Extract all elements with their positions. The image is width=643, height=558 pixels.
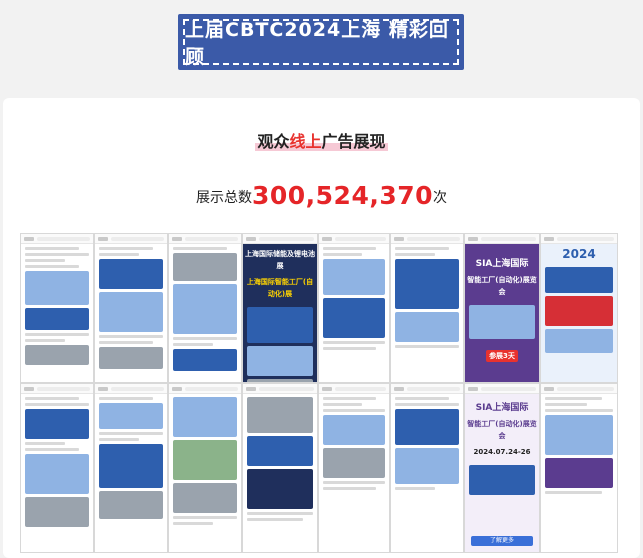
ad-screenshot-collage: 上海国际储能及锂电池展 上海国际智能工厂(自动化)展 SIA上海国际 智能工厂(… [20,233,618,553]
header-banner: 上届CBTC2024上海 精彩回顾 [178,14,464,70]
screenshot-2 [94,233,168,383]
screenshot-4: 上海国际储能及锂电池展 上海国际智能工厂(自动化)展 [242,233,318,383]
poster-text-2: 上海国际智能工厂(自动化)展 [246,278,314,298]
learn-more-button[interactable]: 了解更多 [471,536,533,546]
section-title-red: 线上 [289,132,322,151]
poster-sia-4: 智能工厂(自动化)展览会 [467,420,537,440]
screenshot-13 [318,383,390,553]
screenshot-7: SIA上海国际 智能工厂(自动化)展览会 参展3天 [464,233,540,383]
screenshot-6 [390,233,464,383]
section-title-prefix: 观众 [257,132,290,151]
poster-text-1: 上海国际储能及锂电池展 [245,250,315,270]
screenshot-5 [318,233,390,383]
screenshot-10 [94,383,168,553]
screenshot-16 [540,383,618,553]
section-title-highlight: 观众线上广告展现 [255,132,388,151]
poster-sia-1: SIA上海国际 [475,259,529,269]
poster-year: 2024 [562,247,596,261]
screenshot-11 [168,383,242,553]
stat-value: 300,524,370 [251,181,434,210]
stat-suffix: 次 [433,190,448,206]
poster-date: 2024.07.24-26 [473,448,531,456]
poster-tag: 参展3天 [486,350,518,362]
poster-sia-2: 智能工厂(自动化)展览会 [467,276,537,296]
screenshot-1 [20,233,94,383]
screenshot-14 [390,383,464,553]
stat-prefix: 展示总数 [195,190,252,206]
screenshot-15: SIA上海国际 智能工厂(自动化)展览会 2024.07.24-26 了解更多 [464,383,540,553]
display-total-stat: 展示总数300,524,370次 [0,181,643,210]
screenshot-9 [20,383,94,553]
header-title: 上届CBTC2024上海 精彩回顾 [183,19,459,68]
section-title-suffix: 广告展现 [321,132,386,151]
poster-sia-3: SIA上海国际 [475,403,529,413]
screenshot-12 [242,383,318,553]
screenshot-8: 2024 [540,233,618,383]
screenshot-3 [168,233,242,383]
section-title: 观众线上广告展现 [0,128,643,152]
